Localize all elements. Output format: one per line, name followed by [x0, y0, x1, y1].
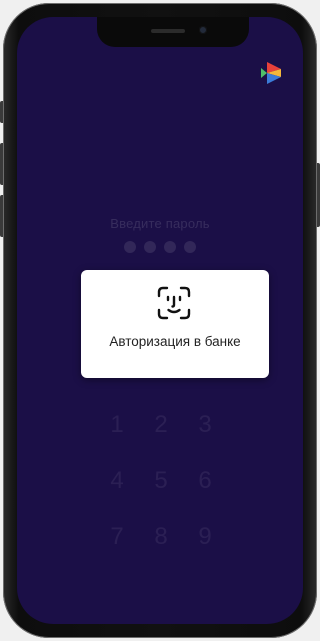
pin-dot — [124, 241, 136, 253]
pin-dots — [17, 241, 303, 253]
key-9[interactable]: 9 — [183, 521, 227, 553]
key-8[interactable]: 8 — [139, 521, 183, 553]
mute-switch — [0, 101, 3, 123]
bank-logo-icon — [261, 62, 281, 84]
speaker-grille — [151, 29, 185, 33]
notch — [97, 17, 249, 47]
key-3[interactable]: 3 — [183, 409, 227, 441]
app-screen: Введите пароль 1 2 3 4 5 6 7 8 9 Авториз… — [17, 17, 303, 624]
pin-dot — [184, 241, 196, 253]
volume-down-button — [0, 195, 3, 237]
volume-up-button — [0, 143, 3, 185]
key-2[interactable]: 2 — [139, 409, 183, 441]
phone-frame: Введите пароль 1 2 3 4 5 6 7 8 9 Авториз… — [0, 3, 320, 638]
pin-dot — [164, 241, 176, 253]
key-5[interactable]: 5 — [139, 465, 183, 497]
face-id-dialog: Авторизация в банке — [81, 270, 269, 378]
key-6[interactable]: 6 — [183, 465, 227, 497]
pin-dot — [144, 241, 156, 253]
face-id-icon — [157, 286, 191, 320]
key-4[interactable]: 4 — [95, 465, 139, 497]
dialog-label: Авторизация в банке — [109, 334, 241, 349]
pin-keypad: 1 2 3 4 5 6 7 8 9 — [95, 409, 227, 553]
front-camera — [199, 26, 207, 34]
key-7[interactable]: 7 — [95, 521, 139, 553]
password-prompt: Введите пароль — [110, 216, 210, 231]
key-1[interactable]: 1 — [95, 409, 139, 441]
